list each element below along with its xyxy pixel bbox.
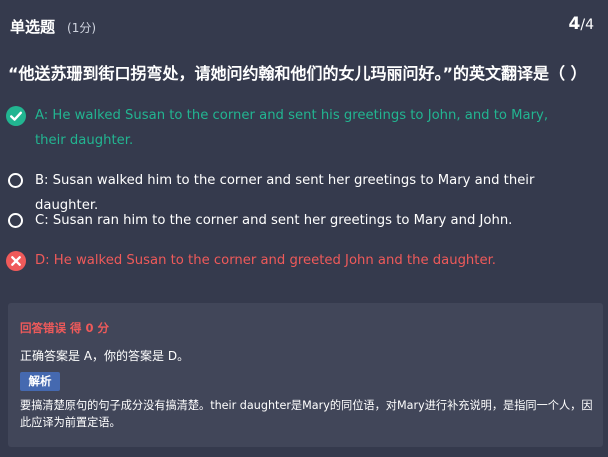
option-d-text: D: He walked Susan to the corner and gre…: [35, 253, 496, 268]
analysis-explanation: 要搞清楚原句的句子成分没有搞清楚。their daughter是Mary的同位语…: [20, 399, 593, 429]
x-circle-icon: [6, 251, 26, 271]
question-progress: 4/4: [569, 14, 594, 34]
option-c-text: C: Susan ran him to the corner and sent …: [35, 213, 513, 228]
check-circle-icon: [6, 106, 26, 126]
correct-answer-text: 正确答案是 A，你的答案是 D。: [20, 349, 190, 363]
question-score: (1分): [67, 21, 97, 35]
progress-current: 4: [568, 14, 581, 34]
analysis-button[interactable]: 解析: [20, 372, 60, 391]
question-type: 单选题 (1分): [10, 16, 96, 37]
question-text: “他送苏珊到街口拐弯处，请她问约翰和他们的女儿玛丽问好。”的英文翻译是（ ）: [8, 64, 587, 83]
radio-icon[interactable]: [8, 213, 23, 228]
result-verdict: 回答错误 得 0 分: [20, 321, 110, 335]
question-header: 单选题 (1分) 4/4: [10, 14, 598, 36]
progress-total: /4: [580, 17, 594, 33]
answer-result-panel: 回答错误 得 0 分 正确答案是 A，你的答案是 D。 解析 要搞清楚原句的句子…: [8, 303, 603, 447]
radio-icon[interactable]: [8, 173, 23, 188]
question-type-label: 单选题: [10, 18, 56, 36]
option-a-text: A: He walked Susan to the corner and sen…: [35, 108, 549, 148]
